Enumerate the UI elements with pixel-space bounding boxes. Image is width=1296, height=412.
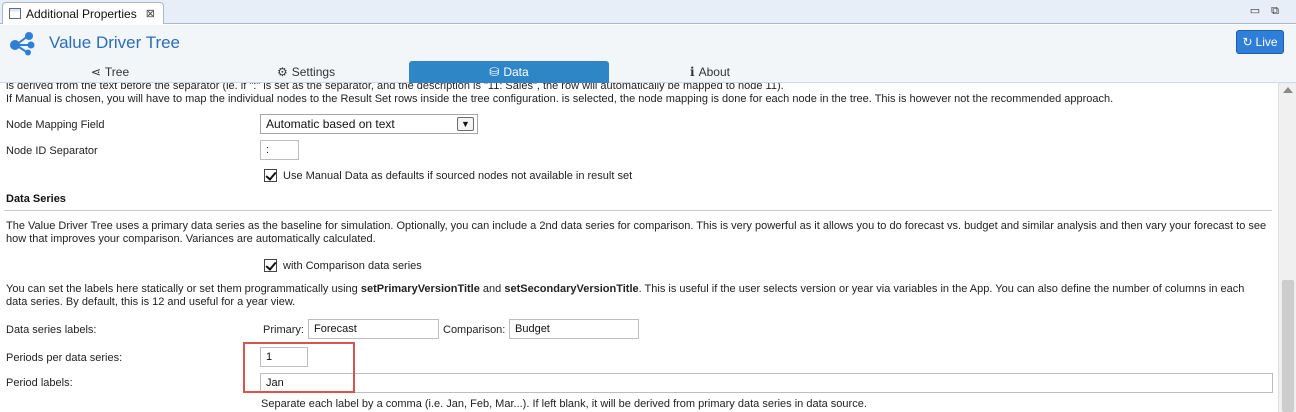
intro-text-line2: If Manual is chosen, you will have to ma… (6, 93, 1114, 105)
tab-about-label: About (698, 65, 730, 79)
data-tab-content: is derived from the text before the sepa… (0, 83, 1278, 412)
section-divider (4, 210, 1272, 211)
data-series-desc-line2: how that improves your comparison. Varia… (6, 233, 376, 245)
set-secondary-version-title-code: setSecondaryVersionTitle (504, 283, 639, 295)
app-header: Value Driver Tree ↻ Live (0, 25, 1296, 61)
manual-defaults-label: Use Manual Data as defaults if sourced n… (283, 169, 633, 182)
highlight-annotation-box (243, 342, 355, 393)
view-tab-additional-properties[interactable]: Additional Properties ⊠ (2, 2, 164, 24)
manual-defaults-checkbox-row[interactable]: Use Manual Data as defaults if sourced n… (264, 169, 632, 182)
database-icon: ⛁ (489, 65, 500, 79)
intro-text-line1: is derived from the text before the sepa… (6, 83, 784, 92)
gear-icon: ⚙ (276, 65, 288, 79)
period-labels-input[interactable]: Jan (260, 373, 1273, 393)
properties-view-icon (9, 8, 21, 19)
tab-data[interactable]: ⛁ Data (409, 61, 609, 83)
chevron-down-icon[interactable]: ▼ (457, 117, 474, 131)
manual-defaults-checkbox[interactable] (264, 169, 277, 182)
tab-settings-label: Settings (291, 65, 336, 79)
data-series-labels-label: Data series labels: (6, 324, 97, 336)
scroll-up-icon[interactable] (1283, 87, 1293, 93)
tab-settings[interactable]: ⚙ Settings (216, 61, 396, 83)
value-driver-tree-logo-icon (10, 32, 35, 56)
scrollbar-thumb[interactable] (1282, 280, 1294, 412)
maximize-icon[interactable]: ⧉ (1268, 4, 1282, 18)
primary-series-input[interactable]: Forecast (308, 319, 439, 339)
view-tab-bar: Additional Properties ⊠ ▭ ⧉ (0, 0, 1296, 24)
app-title: Value Driver Tree (49, 33, 181, 52)
labels-desc-line1: You can set the labels here statically o… (6, 283, 1244, 296)
close-icon[interactable]: ⊠ (146, 7, 155, 20)
period-labels-label: Period labels: (6, 377, 73, 389)
refresh-icon: ↻ (1242, 35, 1253, 49)
tab-about[interactable]: i About (620, 61, 800, 83)
comparison-checkbox-row[interactable]: with Comparison data series (264, 259, 422, 272)
labels-desc-line2: data series. By default, this is 12 and … (6, 296, 296, 308)
set-primary-version-title-code: setPrimaryVersionTitle (360, 283, 480, 295)
data-series-desc-line1: The Value Driver Tree uses a primary dat… (6, 220, 1267, 232)
comparison-checkbox[interactable] (264, 259, 277, 272)
labels-desc-part: You can set the labels here statically o… (6, 283, 361, 295)
data-series-heading: Data Series (6, 193, 66, 205)
live-button[interactable]: ↻ Live (1236, 30, 1284, 54)
comparison-label: Comparison: (443, 324, 506, 336)
tab-data-label: Data (503, 65, 529, 79)
live-button-label: Live (1255, 35, 1278, 49)
periods-per-series-label: Periods per data series: (6, 352, 123, 364)
period-labels-hint: Separate each label by a comma (i.e. Jan… (261, 398, 867, 410)
minimize-icon[interactable]: ▭ (1248, 4, 1262, 18)
share-icon: ⋖ (90, 65, 101, 79)
node-mapping-select[interactable]: Automatic based on text ▼ (260, 114, 478, 134)
tab-tree[interactable]: ⋖ Tree (20, 61, 200, 83)
labels-desc-part: and (479, 283, 505, 295)
main-tabs: ⋖ Tree ⚙ Settings ⛁ Data i About (0, 61, 1296, 83)
node-mapping-value: Automatic based on text (266, 117, 395, 131)
comparison-series-input[interactable]: Budget (509, 319, 639, 339)
info-icon: i (690, 65, 695, 79)
comparison-checkbox-label: with Comparison data series (283, 259, 422, 272)
node-id-separator-input[interactable]: : (260, 140, 299, 160)
node-id-separator-label: Node ID Separator (6, 145, 98, 157)
node-mapping-label: Node Mapping Field (6, 119, 105, 131)
tab-tree-label: Tree (104, 65, 130, 79)
view-tab-title: Additional Properties (26, 6, 137, 21)
labels-desc-part: . This is useful if the user selects ver… (638, 283, 1245, 295)
vertical-scrollbar[interactable] (1278, 83, 1296, 412)
primary-label: Primary: (263, 324, 304, 336)
